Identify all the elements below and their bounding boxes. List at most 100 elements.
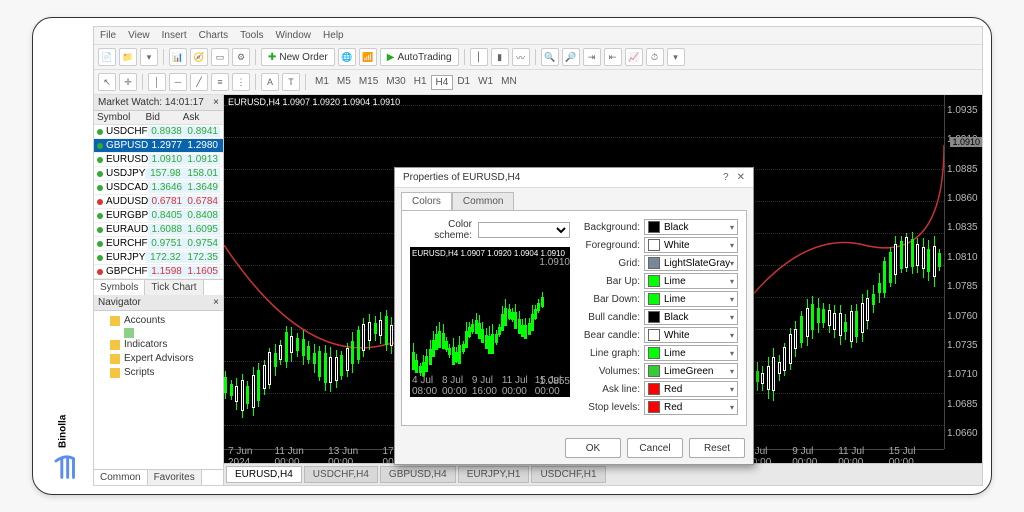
cancel-button[interactable]: Cancel [627,438,683,458]
color-label-0: Background: [582,222,640,233]
navigator-icon[interactable]: 🧭 [190,48,208,66]
text-icon[interactable]: A [261,73,279,91]
color-select-2[interactable]: LightSlateGray [644,255,738,271]
signals-icon[interactable]: 📶 [359,48,377,66]
nav-indicators[interactable]: Indicators [98,338,219,352]
menu-file[interactable]: File [100,30,116,41]
close-icon[interactable]: × [213,97,219,108]
channel-icon[interactable]: ≡ [211,73,229,91]
nav-accounts[interactable]: Accounts [98,314,219,328]
symbol-row-EURGBP[interactable]: EURGBP0.84050.8408 [94,209,223,223]
tester-icon[interactable]: ⚙ [232,48,250,66]
profiles-icon[interactable]: ▾ [140,48,158,66]
nav-expert-advisors[interactable]: Expert Advisors [98,352,219,366]
candle-chart-icon[interactable]: ▮ [491,48,509,66]
color-select-6[interactable]: White [644,327,738,343]
trendline-icon[interactable]: ╱ [190,73,208,91]
dlg-tab-common[interactable]: Common [452,192,515,210]
navigator-title: Navigator× [94,295,223,311]
timeframe-D1[interactable]: D1 [453,75,474,90]
timeframe-M15[interactable]: M15 [355,75,382,90]
symbol-row-AUDUSD[interactable]: AUDUSD0.67810.6784 [94,195,223,209]
symbol-row-EURCHF[interactable]: EURCHF0.97510.9754 [94,237,223,251]
timeframe-W1[interactable]: W1 [474,75,497,90]
color-select-3[interactable]: Lime [644,273,738,289]
close-icon[interactable]: ✕ [737,172,745,183]
shift-icon[interactable]: ⇤ [604,48,622,66]
color-label-4: Bar Down: [582,294,640,305]
color-select-4[interactable]: Lime [644,291,738,307]
symbol-row-GBPCHF[interactable]: GBPCHF1.15981.1605 [94,265,223,279]
symbol-row-EURAUD[interactable]: EURAUD1.60881.6095 [94,223,223,237]
vline-icon[interactable]: │ [148,73,166,91]
chart-tab-3[interactable]: EURJPY,H1 [458,466,530,483]
color-select-10[interactable]: Red [644,399,738,415]
crosshair-icon[interactable]: ✛ [119,73,137,91]
symbol-row-EURUSD[interactable]: EURUSD1.09101.0913 [94,153,223,167]
reset-button[interactable]: Reset [689,438,745,458]
tab-symbols[interactable]: Symbols [94,280,145,295]
line-chart-icon[interactable]: 〰 [512,48,530,66]
metaquotes-icon[interactable]: 🌐 [338,48,356,66]
symbol-row-USDCAD[interactable]: USDCAD1.36461.3649 [94,181,223,195]
tab-common[interactable]: Common [94,470,148,485]
tab-tick-chart[interactable]: Tick Chart [145,280,203,295]
new-order-button[interactable]: ✚New Order [261,48,335,66]
close-icon[interactable]: × [213,297,219,308]
periods-icon[interactable]: ⏱ [646,48,664,66]
chart-tab-2[interactable]: GBPUSD,H4 [380,466,456,483]
chart-tab-4[interactable]: USDCHF,H1 [531,466,605,483]
color-select-5[interactable]: Black [644,309,738,325]
symbol-row-USDCHF[interactable]: USDCHF0.89380.8941 [94,125,223,139]
chart-tab-0[interactable]: EURUSD,H4 [226,466,302,483]
menu-tools[interactable]: Tools [240,30,263,41]
menu-help[interactable]: Help [323,30,344,41]
color-label-8: Volumes: [582,366,640,377]
timeframe-H1[interactable]: H1 [410,75,431,90]
terminal-icon[interactable]: ▭ [211,48,229,66]
help-icon[interactable]: ? [723,172,729,183]
templates-icon[interactable]: ▾ [667,48,685,66]
hline-icon[interactable]: ─ [169,73,187,91]
menu-charts[interactable]: Charts [199,30,228,41]
color-select-9[interactable]: Red [644,381,738,397]
color-select-8[interactable]: LimeGreen [644,363,738,379]
text-label-icon[interactable]: T [282,73,300,91]
timeframe-H4[interactable]: H4 [431,75,454,90]
zoom-out-icon[interactable]: 🔎 [562,48,580,66]
autoscroll-icon[interactable]: ⇥ [583,48,601,66]
open-icon[interactable]: 📁 [119,48,137,66]
symbol-row-EURJPY[interactable]: EURJPY172.32172.35 [94,251,223,265]
new-chart-icon[interactable]: 📄 [98,48,116,66]
timeframe-M5[interactable]: M5 [333,75,355,90]
color-select-7[interactable]: Lime [644,345,738,361]
menu-view[interactable]: View [128,30,150,41]
color-label-7: Line graph: [582,348,640,359]
zoom-in-icon[interactable]: 🔍 [541,48,559,66]
timeframe-MN[interactable]: MN [497,75,521,90]
tab-favorites[interactable]: Favorites [148,470,202,485]
color-scheme-select[interactable] [478,222,570,238]
color-select-0[interactable]: Black [644,219,738,235]
symbol-row-GBPUSD[interactable]: GBPUSD1.29771.2980 [94,139,223,153]
ok-button[interactable]: OK [565,438,621,458]
autotrading-button[interactable]: ▶AutoTrading [380,48,459,66]
nav-scripts[interactable]: Scripts [98,366,219,380]
cursor-icon[interactable]: ↖ [98,73,116,91]
navigator-tree: Accounts Indicators Expert Advisors Scri… [94,311,223,393]
market-watch-icon[interactable]: 📊 [169,48,187,66]
color-label-5: Bull candle: [582,312,640,323]
fibo-icon[interactable]: ⋮ [232,73,250,91]
nav-account-child[interactable] [98,328,219,338]
bar-chart-icon[interactable]: ⎮ [470,48,488,66]
menu-insert[interactable]: Insert [162,30,187,41]
chart-tab-1[interactable]: USDCHF,H4 [304,466,378,483]
brand-logo: Binolla [41,26,85,486]
indicators-icon[interactable]: 📈 [625,48,643,66]
timeframe-M1[interactable]: M1 [311,75,333,90]
timeframe-M30[interactable]: M30 [382,75,409,90]
color-select-1[interactable]: White [644,237,738,253]
symbol-row-USDJPY[interactable]: USDJPY157.98158.01 [94,167,223,181]
dlg-tab-colors[interactable]: Colors [401,192,452,210]
menu-window[interactable]: Window [275,30,311,41]
